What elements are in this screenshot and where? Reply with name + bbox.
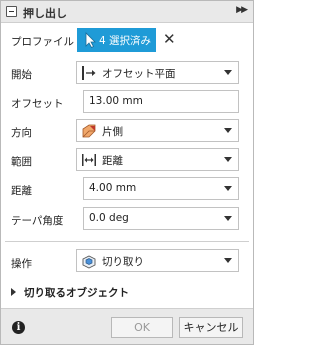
chevron-down-icon <box>224 157 232 162</box>
operation-label: 操作 <box>11 258 32 270</box>
profile-select-button[interactable]: 4 選択済み <box>77 28 156 52</box>
expand-triangle-icon <box>11 288 16 296</box>
extent-dropdown[interactable]: 距離 <box>76 148 239 171</box>
taper-input[interactable]: 0.0 deg <box>83 207 239 230</box>
direction-value: 片側 <box>102 126 123 138</box>
direction-dropdown[interactable]: 片側 <box>76 119 239 142</box>
cancel-button[interactable]: キャンセル <box>179 317 243 338</box>
objects-to-cut-label: 切り取るオブジェクト <box>24 287 129 299</box>
offset-value: 13.00 mm <box>89 95 143 107</box>
objects-to-cut-toggle[interactable]: 切り取るオブジェクト <box>11 285 129 300</box>
separator <box>5 241 249 242</box>
collapse-icon[interactable] <box>6 6 17 17</box>
info-icon[interactable]: i <box>12 321 25 334</box>
dialog-title: 押し出し <box>23 7 67 20</box>
expand-arrows-icon[interactable]: ▶▶ <box>236 5 248 15</box>
cut-operation-icon <box>82 255 96 269</box>
dialog-footer: i OK キャンセル <box>1 308 253 344</box>
offset-label: オフセット <box>11 98 64 110</box>
distance-extent-icon <box>82 154 96 166</box>
start-label: 開始 <box>11 69 32 81</box>
one-side-direction-icon <box>82 124 96 138</box>
cursor-arrow-icon <box>85 32 96 48</box>
distance-label: 距離 <box>11 185 32 197</box>
ok-button[interactable]: OK <box>111 317 173 338</box>
chevron-down-icon[interactable] <box>224 216 232 221</box>
chevron-down-icon <box>224 70 232 75</box>
taper-value: 0.0 deg <box>89 212 129 224</box>
distance-input[interactable]: 4.00 mm <box>83 177 239 200</box>
dialog-titlebar: 押し出し ▶▶ <box>1 1 253 23</box>
taper-label: テーパ角度 <box>11 215 64 227</box>
offset-input[interactable]: 13.00 mm <box>83 90 239 113</box>
chevron-down-icon <box>224 128 232 133</box>
offset-plane-icon <box>82 66 96 80</box>
chevron-down-icon <box>224 258 232 263</box>
start-value: オフセット平面 <box>102 68 176 80</box>
extent-label: 範囲 <box>11 156 32 168</box>
profile-selection-count: 4 選択済み <box>99 35 152 47</box>
clear-selection-icon[interactable]: ✕ <box>163 31 177 47</box>
operation-dropdown[interactable]: 切り取り <box>76 249 239 272</box>
extent-value: 距離 <box>102 155 123 167</box>
profile-label: プロファイル <box>11 36 74 48</box>
distance-value: 4.00 mm <box>89 182 137 194</box>
chevron-down-icon[interactable] <box>224 186 232 191</box>
extrude-dialog: 押し出し ▶▶ プロファイル 4 選択済み ✕ 開始 オフセット平面 オフセット… <box>0 0 254 345</box>
start-dropdown[interactable]: オフセット平面 <box>76 61 239 84</box>
direction-label: 方向 <box>11 127 32 139</box>
operation-value: 切り取り <box>102 256 144 268</box>
